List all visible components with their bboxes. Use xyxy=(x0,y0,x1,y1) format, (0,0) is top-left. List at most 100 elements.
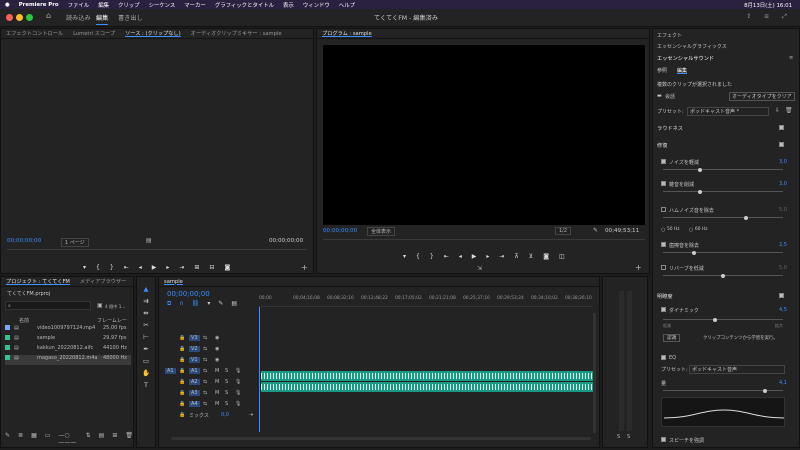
quality-select[interactable]: 1/2 xyxy=(555,227,572,235)
lock-icon[interactable]: 🔒 xyxy=(179,379,185,385)
ripple-edit-icon[interactable]: ⇹ xyxy=(143,309,148,317)
slip-tool-icon[interactable]: ⊢ xyxy=(143,333,149,341)
lock-icon[interactable]: 🔒 xyxy=(179,401,185,407)
camera-icon[interactable]: ◙ xyxy=(543,253,549,260)
mute-button[interactable]: M xyxy=(215,390,219,396)
label-color-swatch[interactable] xyxy=(5,335,10,340)
wrench-icon[interactable]: ✎ xyxy=(593,227,598,234)
new-bin-icon[interactable]: ▣ xyxy=(97,302,103,309)
snap-icon[interactable]: ∩ xyxy=(179,300,183,308)
track-label[interactable]: V3 xyxy=(189,335,200,341)
learn-button[interactable]: 認識 xyxy=(663,334,681,342)
solo-button[interactable]: S xyxy=(225,390,228,396)
loudness-section[interactable]: ラウドネス xyxy=(657,125,683,132)
source-timecode[interactable]: 00;00;00;00 xyxy=(7,238,41,244)
project-item[interactable]: ▤ magaso_20220812.m4a 48000 Hz xyxy=(5,355,131,365)
home-icon[interactable]: ⌂ xyxy=(46,11,51,20)
label-color-swatch[interactable] xyxy=(5,355,10,360)
sync-icon[interactable]: ⇆ xyxy=(203,335,207,341)
repair-item-slider[interactable] xyxy=(663,215,783,220)
project-item[interactable]: ▤ sample 29,97 fps xyxy=(5,335,131,345)
menu-clip[interactable]: クリップ xyxy=(118,1,140,9)
mute-button[interactable]: M xyxy=(215,379,219,385)
menu-help[interactable]: ヘルプ xyxy=(339,1,355,9)
mute-button[interactable]: M xyxy=(215,401,219,407)
folder-icon[interactable]: ▤ xyxy=(99,432,105,446)
tab-audio-clip-mixer[interactable]: オーディオクリップミキサー : sample xyxy=(191,30,282,37)
time-ruler[interactable]: 00;00 00;04;16;08 00;08;32;16 00;12;48;22 00… xyxy=(259,289,593,307)
tab-edit[interactable]: 編集 xyxy=(96,13,109,25)
app-menu[interactable]: Premiere Pro xyxy=(19,2,59,8)
eq-checkbox[interactable] xyxy=(661,355,666,360)
play-icon[interactable]: ▶ xyxy=(152,264,157,271)
freeform-view-icon[interactable]: ▭ xyxy=(45,432,51,446)
menu-sequence[interactable]: シーケンス xyxy=(149,1,176,9)
clarity-checkbox[interactable] xyxy=(779,293,784,298)
tab-source[interactable]: ソース : (クリップなし) xyxy=(125,30,181,37)
lock-icon[interactable]: 🔒 xyxy=(179,368,185,374)
track-label[interactable]: V1 xyxy=(189,357,200,363)
timeline-timecode[interactable]: 00;00;00;00 xyxy=(167,290,210,298)
dynamics-value[interactable]: 4,5 xyxy=(779,307,787,313)
panel-effects[interactable]: エフェクト xyxy=(657,32,682,39)
tab-export[interactable]: 書き出し xyxy=(118,13,143,22)
camera-icon[interactable]: ◙ xyxy=(224,264,230,271)
project-search-input[interactable]: ⌕ xyxy=(5,301,91,310)
in-point-icon[interactable]: { xyxy=(96,264,100,271)
hand-tool-icon[interactable]: ✋ xyxy=(142,369,150,377)
menu-graphics[interactable]: グラフィックとタイトル xyxy=(215,1,274,9)
type-tool-icon[interactable]: T xyxy=(144,381,148,389)
panel-essential-graphics[interactable]: エッセンシャルグラフィックス xyxy=(657,43,727,50)
eye-icon[interactable]: ◉ xyxy=(215,335,219,341)
add-button-icon[interactable]: + xyxy=(635,263,642,272)
rectangle-tool-icon[interactable]: ▭ xyxy=(143,357,149,365)
repair-item-value[interactable]: 5,0 xyxy=(779,265,787,271)
eq-preset-select[interactable]: ポッドキャスト音声 xyxy=(689,365,785,374)
new-item-icon[interactable]: ⊞ xyxy=(112,432,117,446)
track-label[interactable]: A4 xyxy=(189,401,200,407)
lock-icon[interactable]: 🔒 xyxy=(179,346,185,352)
fullscreen-icon[interactable]: ⤢ xyxy=(782,13,787,21)
repair-checkbox-item[interactable] xyxy=(661,265,666,270)
razor-tool-icon[interactable]: ✂ xyxy=(143,321,148,329)
repair-item-value[interactable]: 2,5 xyxy=(779,242,787,248)
sync-icon[interactable]: ⇆ xyxy=(203,379,207,385)
sync-icon[interactable]: ⇆ xyxy=(203,346,207,352)
step-back-icon[interactable]: ◂ xyxy=(459,253,462,260)
dynamics-checkbox[interactable] xyxy=(661,307,666,312)
hz-50-radio[interactable]: ○ xyxy=(661,227,665,233)
panel-menu-icon[interactable]: ≡ xyxy=(789,55,793,61)
nest-icon[interactable]: ⧉ xyxy=(167,300,171,308)
marker-icon[interactable]: ▾ xyxy=(403,253,406,260)
zoom-slider[interactable]: —○——— xyxy=(58,432,77,446)
repair-item-value[interactable]: 5,0 xyxy=(779,207,787,213)
column-name[interactable]: 名前 xyxy=(19,317,29,324)
go-to-in-icon[interactable]: ⇤ xyxy=(444,253,449,260)
project-item[interactable]: ▤ kakkun_20220812.aifc 44100 Hz xyxy=(5,345,131,355)
mic-icon[interactable]: 🎙 xyxy=(235,368,241,374)
solo-right-button[interactable]: S xyxy=(627,434,630,440)
track-label[interactable]: A2 xyxy=(189,379,200,385)
repair-item-value[interactable]: 3,0 xyxy=(779,159,787,165)
eq-amount-slider[interactable] xyxy=(663,388,783,393)
out-point-icon[interactable]: } xyxy=(110,264,114,271)
program-scrubber[interactable] xyxy=(323,239,645,240)
repair-item-slider[interactable] xyxy=(663,273,783,278)
lock-icon[interactable]: 🔒 xyxy=(179,412,185,418)
linked-icon[interactable]: ⛓ xyxy=(192,300,200,308)
repair-checkbox-item[interactable] xyxy=(661,207,666,212)
tab-media-browser[interactable]: メディアブラウザー xyxy=(80,278,126,285)
add-marker-icon[interactable]: ▾ xyxy=(207,300,210,308)
program-timecode[interactable]: 00;00;00;00 xyxy=(323,228,357,234)
repair-checkbox-item[interactable] xyxy=(661,181,666,186)
eq-amount-value[interactable]: 4,1 xyxy=(779,380,787,386)
in-point-icon[interactable]: { xyxy=(416,253,420,260)
menu-window[interactable]: ウィンドウ xyxy=(303,1,330,9)
lock-icon[interactable]: 🔒 xyxy=(179,390,185,396)
tab-browse[interactable]: 参照 xyxy=(657,67,667,74)
label-color-swatch[interactable] xyxy=(5,345,10,350)
captions-icon[interactable]: ▤ xyxy=(231,300,237,308)
audio-clip-a3[interactable] xyxy=(261,382,593,392)
save-preset-icon[interactable]: ⇩ xyxy=(775,107,780,114)
program-monitor[interactable] xyxy=(323,45,645,225)
